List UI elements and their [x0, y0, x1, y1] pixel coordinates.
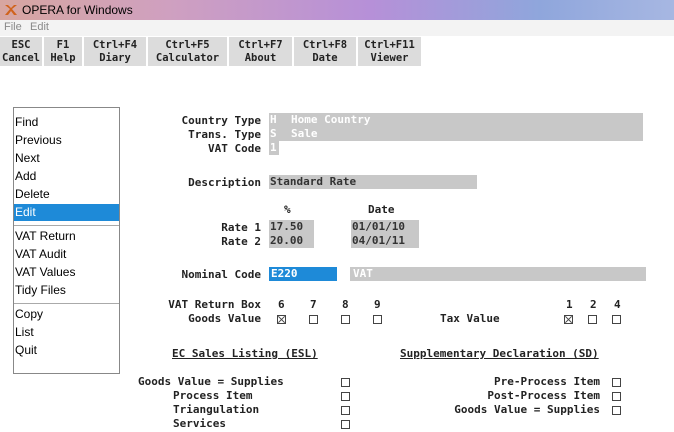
rate1-date-field[interactable]: 01/01/10 [351, 220, 419, 234]
menu-item-next[interactable]: Next [14, 150, 119, 167]
menu-item-delete[interactable]: Delete [14, 186, 119, 203]
rate1-pct-field[interactable]: 17.50 [269, 220, 314, 234]
vat-code-value: 1 [270, 141, 277, 154]
tax-value-label: Tax Value [440, 312, 500, 325]
goods-box-9-checkbox[interactable] [373, 315, 382, 324]
esl-services-checkbox[interactable] [341, 420, 350, 429]
esl-triangulation-checkbox[interactable] [341, 406, 350, 415]
vat-return-box-label: VAT Return Box [168, 298, 261, 311]
menu-item-vat-audit[interactable]: VAT Audit [14, 246, 119, 263]
tax-box-4-checkbox[interactable] [612, 315, 621, 324]
goods-box-number: 8 [342, 298, 349, 311]
trans-type-code: S [270, 127, 277, 140]
vat-code-label: VAT Code [208, 142, 261, 155]
trans-type-label: Trans. Type [188, 128, 261, 141]
rate-pct-header: % [284, 203, 291, 216]
nominal-code-label: Nominal Code [181, 268, 261, 281]
menu-item-previous[interactable]: Previous [14, 132, 119, 149]
goods-box-number: 6 [278, 298, 285, 311]
esl-process-item-checkbox[interactable] [341, 392, 350, 401]
nominal-name-field: VAT [350, 267, 646, 281]
esl-item-label: Process Item [173, 389, 253, 402]
esl-item-label: Triangulation [173, 403, 260, 416]
sd-item-label: Pre-Process Item [494, 375, 600, 388]
fkey-help-button[interactable]: F1 Help [44, 37, 83, 66]
rate2-label: Rate 2 [221, 235, 261, 248]
function-key-bar: ESC Cancel F1 Help Ctrl+F4 Diary Ctrl+F5 Cal… [0, 37, 674, 67]
sd-pre-process-checkbox[interactable] [612, 378, 621, 387]
rate1-label: Rate 1 [221, 221, 261, 234]
rate-date-header: Date [368, 203, 395, 216]
fkey-date-button[interactable]: Ctrl+F8 Date [294, 37, 357, 66]
description-field[interactable]: Standard Rate [269, 175, 477, 189]
tax-box-2-checkbox[interactable] [588, 315, 597, 324]
country-type-label: Country Type [181, 114, 261, 127]
sd-item-label: Post-Process Item [487, 389, 600, 402]
menu-item-list[interactable]: List [14, 324, 119, 341]
trans-type-value: Sale [291, 127, 318, 140]
tax-box-1-checkbox[interactable] [564, 315, 573, 324]
country-type-code: H [270, 113, 277, 126]
goods-box-6-checkbox[interactable] [277, 315, 286, 324]
menu-edit[interactable]: Edit [30, 21, 49, 33]
menu-bar: File Edit [0, 20, 674, 36]
esl-goods-supplies-checkbox[interactable] [341, 378, 350, 387]
sd-goods-supplies-checkbox[interactable] [612, 406, 621, 415]
menu-item-vat-values[interactable]: VAT Values [14, 264, 119, 281]
sd-post-process-checkbox[interactable] [612, 392, 621, 401]
action-menu: Find Previous Next Add Delete Edit VAT R… [13, 107, 120, 374]
window-title: OPERA for Windows [22, 3, 133, 17]
tax-box-number: 2 [590, 298, 597, 311]
fkey-cancel-button[interactable]: ESC Cancel [0, 37, 43, 66]
goods-box-number: 7 [310, 298, 317, 311]
opera-logo-icon [5, 5, 17, 15]
fkey-calculator-button[interactable]: Ctrl+F5 Calculator [148, 37, 228, 66]
menu-item-add[interactable]: Add [14, 168, 119, 185]
menu-item-edit[interactable]: Edit [14, 204, 119, 221]
nominal-code-input[interactable]: E220 [269, 267, 337, 281]
title-bar: OPERA for Windows [0, 0, 674, 20]
menu-item-tidy-files[interactable]: Tidy Files [14, 282, 119, 299]
country-type-value: Home Country [291, 113, 371, 126]
goods-box-number: 9 [374, 298, 381, 311]
fkey-about-button[interactable]: Ctrl+F7 About [229, 37, 293, 66]
menu-item-quit[interactable]: Quit [14, 342, 119, 359]
sd-item-label: Goods Value = Supplies [454, 403, 600, 416]
rate2-pct-field[interactable]: 20.00 [269, 234, 314, 248]
menu-separator [14, 303, 119, 304]
tax-box-number: 1 [566, 298, 573, 311]
fkey-diary-button[interactable]: Ctrl+F4 Diary [84, 37, 147, 66]
sd-heading: Supplementary Declaration (SD) [400, 347, 599, 360]
fkey-viewer-button[interactable]: Ctrl+F11 Viewer [358, 37, 422, 66]
menu-item-vat-return[interactable]: VAT Return [14, 228, 119, 245]
menu-item-copy[interactable]: Copy [14, 306, 119, 323]
menu-file[interactable]: File [4, 21, 22, 33]
esl-heading: EC Sales Listing (ESL) [172, 347, 318, 360]
rate2-date-field[interactable]: 04/01/11 [351, 234, 419, 248]
goods-box-7-checkbox[interactable] [309, 315, 318, 324]
trans-type-field[interactable] [269, 127, 643, 141]
goods-value-label: Goods Value [188, 312, 261, 325]
goods-box-8-checkbox[interactable] [341, 315, 350, 324]
menu-item-find[interactable]: Find [14, 114, 119, 131]
esl-item-label: Goods Value = Supplies [138, 375, 284, 388]
esl-item-label: Services [173, 417, 226, 430]
menu-separator [14, 225, 119, 226]
description-label: Description [188, 176, 261, 189]
tax-box-number: 4 [614, 298, 621, 311]
